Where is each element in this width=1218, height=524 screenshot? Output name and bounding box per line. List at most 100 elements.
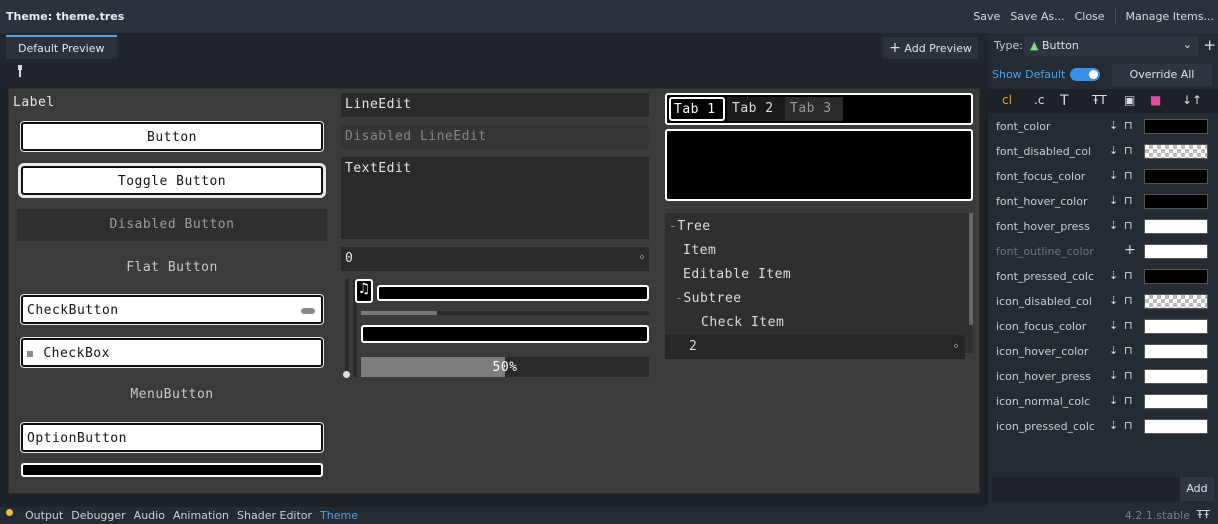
- trash-icon[interactable]: ⊓: [1124, 394, 1136, 407]
- tree-row[interactable]: -Subtree: [665, 287, 965, 311]
- tree-scrollbar[interactable]: [969, 213, 973, 325]
- color-swatch[interactable]: [1144, 169, 1208, 184]
- color-swatch[interactable]: [1144, 244, 1208, 259]
- property-row[interactable]: font_hover_press ⇣ ⊓: [988, 214, 1218, 239]
- pin-icon[interactable]: ⇣: [1109, 169, 1118, 182]
- property-row[interactable]: font_color ⇣ ⊓: [988, 114, 1218, 139]
- trash-icon[interactable]: ⊓: [1124, 319, 1136, 332]
- color-swatch[interactable]: [1144, 269, 1208, 284]
- add-type-icon[interactable]: +: [1203, 36, 1216, 54]
- stylebox-type-icon[interactable]: ■: [1150, 93, 1161, 107]
- tree-row[interactable]: Editable Item: [665, 263, 965, 287]
- property-row[interactable]: icon_normal_colc ⇣ ⊓: [988, 389, 1218, 414]
- preview-spinbox[interactable]: 0 ◇: [341, 247, 649, 271]
- horizontal-scrollbar-grabber[interactable]: [361, 311, 437, 315]
- trash-icon[interactable]: ⊓: [1124, 369, 1136, 382]
- color-swatch[interactable]: [1144, 119, 1208, 134]
- property-row[interactable]: font_disabled_col ⇣ ⊓: [988, 139, 1218, 164]
- property-row[interactable]: icon_hover_color ⇣ ⊓: [988, 339, 1218, 364]
- trash-icon[interactable]: ⊓: [1124, 344, 1136, 357]
- bottom-tab-output[interactable]: Output: [25, 509, 63, 522]
- preview-option-button[interactable]: OptionButton: [21, 423, 323, 452]
- preview-menu-button[interactable]: MenuButton: [17, 381, 327, 409]
- font-type-icon[interactable]: T: [1060, 93, 1069, 109]
- pin-icon[interactable]: ⇣: [1109, 394, 1118, 407]
- pin-icon[interactable]: ⇣: [1109, 369, 1118, 382]
- add-item-input[interactable]: [992, 477, 1180, 501]
- font-size-type-icon[interactable]: ŦT: [1092, 93, 1107, 107]
- tree-row[interactable]: Item: [665, 239, 965, 263]
- property-row[interactable]: icon_pressed_colc ⇣ ⊓: [988, 414, 1218, 439]
- pin-icon[interactable]: ⇣: [1109, 219, 1118, 232]
- pin-icon[interactable]: ⇣: [1109, 144, 1118, 157]
- property-row[interactable]: font_focus_color ⇣ ⊓: [988, 164, 1218, 189]
- horizontal-slider[interactable]: [377, 285, 649, 301]
- tab-2[interactable]: Tab 2: [727, 97, 785, 121]
- color-swatch[interactable]: [1144, 419, 1208, 434]
- trash-icon[interactable]: ⊓: [1124, 419, 1136, 432]
- line-edit-black[interactable]: [361, 325, 649, 343]
- color-swatch[interactable]: [1144, 369, 1208, 384]
- vertical-slider[interactable]: [345, 279, 349, 371]
- property-row[interactable]: font_hover_color ⇣ ⊓: [988, 189, 1218, 214]
- color-swatch[interactable]: [1144, 194, 1208, 209]
- close-button[interactable]: Close: [1075, 10, 1105, 23]
- pin-icon[interactable]: ⇣: [1109, 119, 1118, 132]
- trash-icon[interactable]: ⊓: [1124, 194, 1136, 207]
- property-row[interactable]: font_outline_color +: [988, 239, 1218, 264]
- filter-type-icon[interactable]: ↓↑: [1182, 93, 1202, 107]
- preview-check-button[interactable]: CheckButton: [21, 295, 323, 324]
- constant-type-icon[interactable]: .c: [1034, 93, 1044, 107]
- pin-icon[interactable]: ⇣: [1109, 294, 1118, 307]
- bottom-tab-animation[interactable]: Animation: [173, 509, 229, 522]
- trash-icon[interactable]: ⊓: [1124, 294, 1136, 307]
- preview-toggle-button[interactable]: Toggle Button: [21, 166, 323, 195]
- bottom-tab-shader-editor[interactable]: Shader Editor: [237, 509, 312, 522]
- trash-icon[interactable]: ⊓: [1124, 219, 1136, 232]
- add-preview-button[interactable]: + Add Preview: [883, 37, 978, 59]
- property-row[interactable]: font_pressed_colc ⇣ ⊓: [988, 264, 1218, 289]
- property-row[interactable]: icon_focus_color ⇣ ⊓: [988, 314, 1218, 339]
- preview-button[interactable]: Button: [21, 122, 323, 151]
- tab-1[interactable]: Tab 1: [669, 97, 725, 121]
- pin-icon[interactable]: ⇣: [1109, 419, 1118, 432]
- bottom-tab-audio[interactable]: Audio: [134, 509, 165, 522]
- tree-row[interactable]: Check Item: [665, 311, 965, 335]
- add-item-button[interactable]: Add: [1180, 477, 1214, 501]
- pin-icon[interactable]: ⇣: [1109, 319, 1118, 332]
- trash-icon[interactable]: ⊓: [1124, 144, 1136, 157]
- preview-line-edit[interactable]: LineEdit: [341, 93, 649, 117]
- trash-icon[interactable]: ⊓: [1124, 119, 1136, 132]
- bottom-tab-debugger[interactable]: Debugger: [71, 509, 125, 522]
- pin-icon[interactable]: ⇣: [1109, 194, 1118, 207]
- color-swatch[interactable]: [1144, 219, 1208, 234]
- panel-toggle-icon[interactable]: ŦŦ: [1197, 508, 1210, 521]
- icon-type-icon[interactable]: ▣: [1124, 93, 1135, 107]
- manage-items-button[interactable]: Manage Items...: [1126, 10, 1214, 23]
- bottom-tab-theme[interactable]: Theme: [320, 509, 358, 522]
- override-all-button[interactable]: Override All: [1112, 64, 1212, 86]
- color-swatch[interactable]: [1144, 344, 1208, 359]
- color-swatch[interactable]: [1144, 394, 1208, 409]
- property-row[interactable]: icon_hover_press ⇣ ⊓: [988, 364, 1218, 389]
- preview-flat-button[interactable]: Flat Button: [17, 252, 327, 284]
- save-button[interactable]: Save: [973, 10, 1000, 23]
- color-swatch[interactable]: [1144, 294, 1208, 309]
- type-select[interactable]: ▲ Button ⌄: [1024, 36, 1198, 56]
- tab-default-preview[interactable]: Default Preview: [6, 35, 117, 59]
- color-swatch[interactable]: [1144, 319, 1208, 334]
- vertical-slider-grabber[interactable]: [343, 371, 350, 378]
- color-swatch[interactable]: [1144, 144, 1208, 159]
- show-default-toggle[interactable]: [1070, 68, 1100, 81]
- property-row[interactable]: icon_disabled_col ⇣ ⊓: [988, 289, 1218, 314]
- pin-icon[interactable]: ⇣: [1109, 269, 1118, 282]
- pin-icon[interactable]: ⇣: [1109, 344, 1118, 357]
- preview-text-edit[interactable]: TextEdit: [341, 157, 649, 239]
- save-as-button[interactable]: Save As...: [1010, 10, 1064, 23]
- color-picker-icon[interactable]: [16, 65, 24, 80]
- trash-icon[interactable]: ⊓: [1124, 269, 1136, 282]
- tab-3[interactable]: Tab 3: [785, 97, 843, 121]
- color-type-icon[interactable]: cl: [1002, 93, 1012, 107]
- tree-row[interactable]: 2 ◇: [665, 335, 965, 359]
- add-override-icon[interactable]: +: [1124, 242, 1136, 258]
